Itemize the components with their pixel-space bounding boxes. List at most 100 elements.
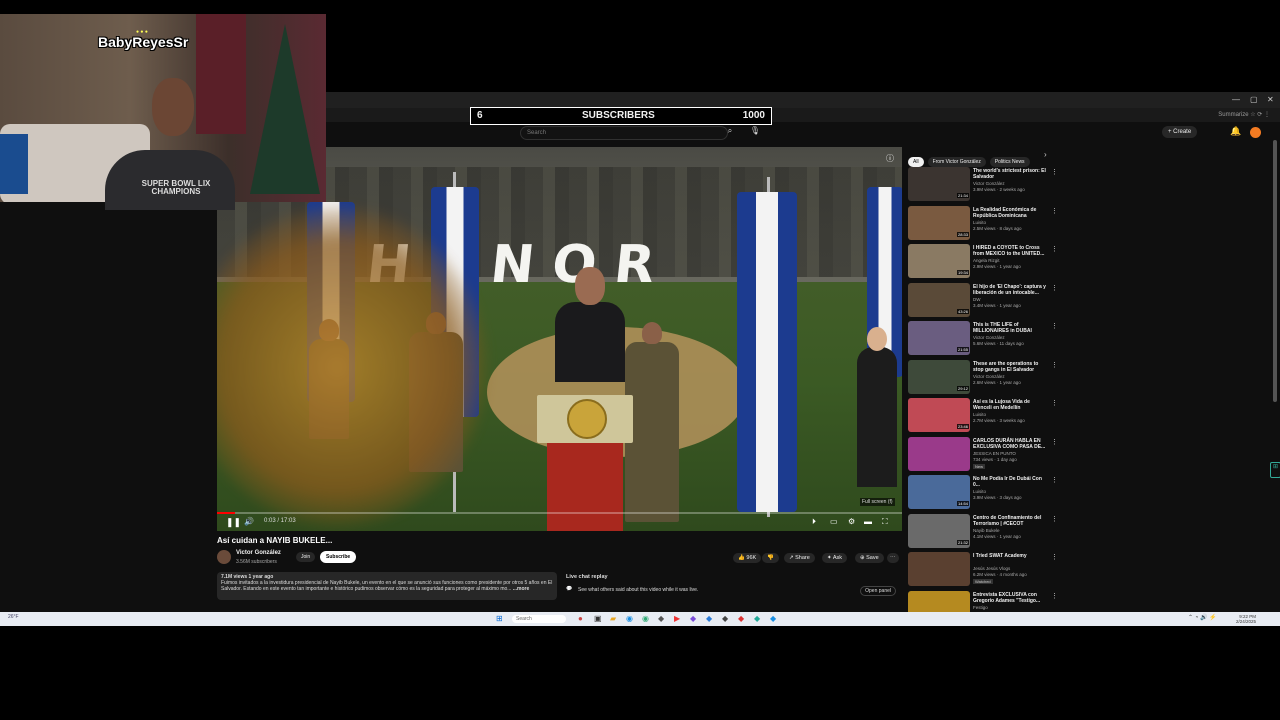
recommendation-channel[interactable]: Angela Rizgit — [973, 258, 1000, 263]
app-icon[interactable]: ◆ — [722, 614, 728, 623]
progress-bar[interactable] — [217, 512, 902, 514]
recommendation-item[interactable]: 29:12 These are the operations to stop ga… — [908, 359, 1058, 396]
recommendation-title[interactable]: This is THE LIFE of MILLIONAIRES in DUBA… — [973, 322, 1049, 334]
more-vert-icon[interactable]: ⋮ — [1051, 592, 1058, 600]
recommendation-channel[interactable]: Luisito — [973, 220, 986, 225]
recommendation-channel[interactable]: JESSICA EN PUNTO — [973, 451, 1016, 456]
file-explorer-icon[interactable]: ▰ — [610, 614, 616, 623]
microphone-icon[interactable]: 🎙 — [748, 126, 762, 139]
more-vert-icon[interactable]: ⋮ — [1051, 284, 1058, 292]
maximize-icon[interactable]: ▢ — [1250, 95, 1258, 104]
recommendation-item[interactable]: CARLOS DURÁN HABLA EN EXCLUSIVA COMO PAS… — [908, 436, 1058, 473]
app-icon[interactable]: ◆ — [770, 614, 776, 623]
description-more-link[interactable]: ...more — [513, 586, 529, 592]
recommendation-title[interactable]: Centro de Confinamiento del Terrorismo |… — [973, 515, 1049, 527]
save-button[interactable]: ⊕ Save — [855, 553, 884, 563]
ask-button[interactable]: ✦ Ask — [822, 553, 848, 563]
channel-name[interactable]: Victor González — [236, 550, 281, 556]
recommendation-channel[interactable]: Luisito — [973, 412, 986, 417]
recommendation-channel[interactable]: Luisito — [973, 489, 986, 494]
close-icon[interactable]: ✕ — [1267, 95, 1274, 104]
more-vert-icon[interactable]: ⋮ — [1051, 207, 1058, 215]
app-icon[interactable]: ◆ — [690, 614, 696, 623]
recommendation-title[interactable]: I Tried SWAT Academy — [973, 553, 1049, 559]
recommendation-channel[interactable]: Jesús Jesús Vlogs — [973, 566, 1010, 571]
fullscreen-icon[interactable]: ⛶ — [882, 517, 888, 527]
taskbar-search[interactable]: Search — [512, 615, 566, 623]
recommendation-item[interactable]: 21:55 This is THE LIFE of MILLIONAIRES in… — [908, 321, 1058, 357]
task-view-icon[interactable]: ▣ — [594, 614, 602, 623]
recommendation-title[interactable]: Entrevista EXCLUSIVA con Gregorio Adames… — [973, 592, 1049, 604]
recommendation-channel[interactable]: Victor González — [973, 181, 1005, 186]
minimize-icon[interactable]: — — [1232, 95, 1240, 104]
recommendation-channel[interactable]: Festigo — [973, 605, 988, 610]
recommendation-item[interactable]: 14:54 No Me Podía Ir De Dubái Con 0... Lui… — [908, 475, 1058, 511]
more-actions-icon[interactable]: ⋯ — [887, 553, 899, 563]
like-button[interactable]: 👍 96K — [733, 553, 762, 563]
chrome-icon[interactable]: ◉ — [642, 614, 649, 623]
subtitles-icon[interactable]: ▭ — [830, 517, 838, 526]
chip-all[interactable]: All — [908, 157, 924, 167]
volume-icon[interactable]: 🔊 — [244, 517, 254, 526]
taskbar-weather[interactable]: 26°F — [8, 614, 19, 620]
recommendation-title[interactable]: Así es la Lujosa Vida de Wenceli en Mede… — [973, 399, 1049, 411]
recommendation-channel[interactable]: Victor González — [973, 374, 1005, 379]
recommendation-item[interactable]: I Tried SWAT Academy Jesús Jesús Vlogs 6.2… — [908, 552, 1058, 588]
pause-icon[interactable]: ❚❚ — [226, 517, 241, 528]
more-vert-icon[interactable]: ⋮ — [1051, 245, 1058, 253]
settings-icon[interactable]: ⚙ — [848, 517, 855, 526]
subscribe-button[interactable]: Subscribe — [320, 551, 357, 563]
account-avatar[interactable] — [1250, 127, 1261, 138]
autoplay-toggle-icon[interactable]: ⏵ — [812, 517, 816, 527]
recommendation-title[interactable]: El hijo de 'El Chapo': captura y liberac… — [973, 284, 1049, 296]
more-vert-icon[interactable]: ⋮ — [1051, 322, 1058, 330]
toolbar-icons[interactable]: ☆ ⟳ ⋮ — [1250, 112, 1270, 118]
recommendation-title[interactable]: CARLOS DURÁN HABLA EN EXCLUSIVA COMO PAS… — [973, 438, 1049, 450]
recommendation-channel[interactable]: Nayib Bukele — [973, 528, 1000, 533]
info-icon[interactable]: ⓘ — [886, 153, 894, 164]
recommendation-thumbnail[interactable] — [908, 552, 970, 586]
recommendation-item[interactable]: 21:32 Centro de Confinamiento del Terrori… — [908, 513, 1058, 550]
app-icon[interactable]: ◆ — [706, 614, 712, 623]
video-description[interactable]: 7.1M views 1 year ago Fuimos invitados a… — [217, 572, 557, 600]
more-vert-icon[interactable]: ⋮ — [1051, 438, 1058, 446]
recommendation-item[interactable]: 43:26 El hijo de 'El Chapo': captura y li… — [908, 282, 1058, 319]
create-button[interactable]: + Create — [1162, 126, 1198, 138]
profile-label[interactable]: Summarize — [1218, 112, 1248, 118]
more-vert-icon[interactable]: ⋮ — [1051, 515, 1058, 523]
more-vert-icon[interactable]: ⋮ — [1051, 168, 1058, 176]
more-vert-icon[interactable]: ⋮ — [1051, 553, 1058, 561]
chevron-right-icon[interactable]: › — [1044, 150, 1047, 159]
chip-politics-news[interactable]: Politics News — [989, 157, 1030, 167]
dislike-button[interactable]: 👎 — [762, 553, 779, 563]
system-tray-icons[interactable]: ⌃ ◔ 🔊 ⚡ — [1188, 614, 1217, 621]
recommendation-title[interactable]: These are the operations to stop gangs i… — [973, 361, 1049, 373]
app-icon[interactable]: ● — [578, 614, 583, 623]
app-icon[interactable]: ◆ — [754, 614, 760, 623]
recommendation-channel[interactable]: Victor González — [973, 335, 1005, 340]
video-player[interactable]: HONOR — [217, 147, 902, 531]
recommendation-item[interactable]: 23:46 Así es la Lujosa Vida de Wenceli en… — [908, 398, 1058, 434]
start-icon[interactable]: ⊞ — [496, 614, 503, 623]
app-icon[interactable]: ◆ — [738, 614, 744, 623]
youtube-icon[interactable]: ▶ — [674, 614, 680, 623]
notifications-icon[interactable]: 🔔 — [1230, 126, 1241, 137]
recommendation-title[interactable]: No Me Podía Ir De Dubái Con 0... — [973, 476, 1049, 488]
recommendation-item[interactable]: 19:34 I HIRED a COYOTE to Cross from MEXI… — [908, 244, 1058, 280]
recommendation-thumbnail[interactable] — [908, 436, 970, 471]
recommendation-channel[interactable]: DW — [973, 297, 981, 302]
channel-avatar[interactable] — [217, 550, 231, 564]
search-input[interactable]: Search — [520, 126, 728, 140]
search-icon[interactable]: ⌕ — [722, 126, 738, 139]
recommendation-item[interactable]: 28:33 La Realidad Económica de República … — [908, 205, 1058, 242]
recommendation-title[interactable]: I HIRED a COYOTE to Cross from MEXICO to… — [973, 245, 1049, 257]
taskbar-clock[interactable]: 9:22 PM 2/24/2025 — [1236, 614, 1256, 624]
more-vert-icon[interactable]: ⋮ — [1051, 476, 1058, 484]
open-panel-button[interactable]: Open panel — [860, 586, 896, 596]
scrollbar[interactable] — [1273, 140, 1277, 402]
recommendation-title[interactable]: The world's strictest prison: El Salvado… — [973, 168, 1049, 180]
recommendation-item[interactable]: 21:34 The world's strictest prison: El Sa… — [908, 167, 1058, 203]
more-vert-icon[interactable]: ⋮ — [1051, 361, 1058, 369]
theater-mode-icon[interactable]: ▬ — [864, 517, 872, 526]
share-button[interactable]: ↗ Share — [784, 553, 815, 563]
